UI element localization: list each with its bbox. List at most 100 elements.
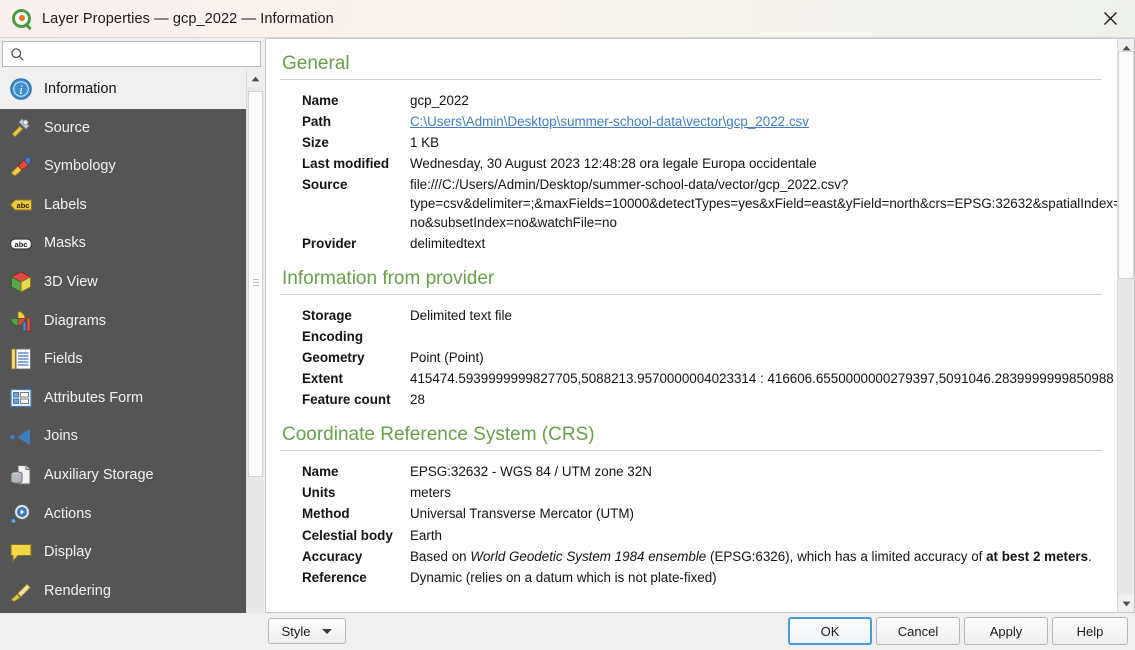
table-row: Units meters [302, 482, 1117, 503]
sidebar-item-label: Auxiliary Storage [44, 466, 154, 483]
content-scrollbar[interactable] [1117, 38, 1135, 613]
sidebar-item-display[interactable]: Display [0, 533, 246, 572]
path-link[interactable]: C:\Users\Admin\Desktop\summer-school-dat… [410, 114, 809, 129]
sidebar-item-source[interactable]: Source [0, 109, 246, 148]
sidebar-item-label: Source [44, 119, 90, 136]
sidebar-item-label: Masks [44, 235, 86, 252]
joins-icon [8, 424, 34, 450]
apply-button[interactable]: Apply [964, 617, 1048, 645]
property-table: Name EPSG:32632 - WGS 84 / UTM zone 32N Un… [302, 461, 1117, 587]
property-value: Delimited text file [410, 308, 512, 324]
sidebar-item-label: Attributes Form [44, 389, 144, 406]
sidebar-item-fields[interactable]: Fields [0, 340, 246, 379]
sidebar-item-attributes-form[interactable]: Attributes Form [0, 379, 246, 418]
sidebar-scroll-thumb[interactable] [248, 91, 263, 477]
property-key: Last modified [302, 156, 390, 172]
sidebar-item-label: Symbology [44, 158, 116, 175]
property-value: Universal Transverse Mercator (UTM) [410, 506, 634, 522]
sidebar-item-label: Diagrams [44, 312, 107, 329]
property-key: Encoding [302, 329, 363, 345]
search-icon [11, 47, 24, 61]
dialog-button-bar: Style OK Cancel Apply Help [0, 613, 1135, 650]
cancel-button[interactable]: Cancel [876, 617, 960, 645]
section-divider [280, 79, 1102, 80]
sidebar-item-diagrams[interactable]: Diagrams [0, 302, 246, 341]
sidebar-item-masks[interactable]: abc Masks [0, 224, 246, 263]
sidebar-item-rendering[interactable]: Rendering [0, 572, 246, 611]
search-box[interactable] [2, 41, 261, 67]
layer-properties-dialog: Layer Properties — gcp_2022 — Informatio… [0, 0, 1135, 650]
property-table: Storage Delimited text file Encoding Geomet… [302, 305, 1117, 410]
diagrams-icon [8, 308, 34, 334]
sidebar-item-label: Rendering [44, 582, 111, 599]
left-panel: i Information Source Symbology abc Labels abc M… [0, 38, 264, 650]
table-row: Storage Delimited text file [302, 305, 1117, 326]
sidebar-item-label: Display [44, 544, 92, 561]
table-row: Feature count 28 [302, 389, 1117, 410]
svg-text:abc: abc [17, 201, 30, 210]
property-key: Method [302, 506, 350, 522]
table-row: Reference Dynamic (relies on a datum whic… [302, 567, 1117, 588]
labels-icon: abc [8, 192, 34, 218]
table-row: Path C:\Users\Admin\Desktop\summer-school… [302, 111, 1117, 132]
content-scroll-thumb[interactable] [1118, 51, 1134, 279]
sidebar-scrollbar[interactable] [246, 70, 264, 650]
attributes-form-icon [8, 385, 34, 411]
property-value: delimitedtext [410, 236, 486, 252]
property-key: Feature count [302, 392, 391, 408]
section-heading: General [282, 53, 350, 74]
property-value: file:///C:/Users/Admin/Desktop/summer-sc… [410, 177, 1117, 231]
cancel-button-label: Cancel [897, 623, 939, 639]
style-button[interactable]: Style [268, 618, 346, 644]
sidebar-scroll-up-icon[interactable] [247, 70, 264, 87]
property-key: Provider [302, 236, 357, 252]
title-bar: Layer Properties — gcp_2022 — Informatio… [0, 0, 1135, 38]
property-key: Storage [302, 308, 352, 324]
sidebar-item-auxiliary-storage[interactable]: Auxiliary Storage [0, 456, 246, 495]
section-heading: Coordinate Reference System (CRS) [282, 424, 595, 446]
information-icon: i [8, 76, 34, 102]
style-button-label: Style [281, 623, 311, 639]
settings-nav-list[interactable]: i Information Source Symbology abc Labels abc M… [0, 70, 246, 650]
sidebar-item-labels[interactable]: abc Labels [0, 186, 246, 225]
symbology-icon [8, 153, 34, 179]
sidebar-item-label: Labels [44, 196, 87, 213]
sidebar-item-label: Actions [44, 505, 92, 522]
property-key: Path [302, 114, 332, 130]
property-key: Units [302, 485, 336, 501]
property-value-accuracy: Based on World Geodetic System 1984 ense… [410, 548, 1092, 564]
ok-button[interactable]: OK [788, 617, 872, 645]
property-value: 28 [410, 392, 425, 408]
window-title: Layer Properties — gcp_2022 — Informatio… [42, 10, 334, 27]
sidebar-item-symbology[interactable]: Symbology [0, 147, 246, 186]
property-key: Celestial body [302, 527, 393, 543]
section-heading: Information from provider [282, 268, 495, 290]
sidebar-item-information[interactable]: i Information [0, 70, 246, 109]
property-table: Name gcp_2022 Path C:\Users\Admin\Desktop\s… [302, 90, 1117, 254]
table-row: Size 1 KB [302, 132, 1117, 153]
sidebar-item-label: Fields [44, 351, 83, 368]
sidebar-item-actions[interactable]: Actions [0, 495, 246, 534]
information-panel: General Name gcp_2022 Path C:\Users\Admin\De… [265, 38, 1117, 613]
property-key: Extent [302, 371, 343, 387]
property-value: gcp_2022 [410, 93, 469, 108]
property-value: meters [410, 485, 451, 501]
section-divider [280, 450, 1102, 452]
auxiliary-storage-icon [8, 462, 34, 488]
sidebar-item-label: 3D View [44, 274, 98, 291]
property-value[interactable]: C:\Users\Admin\Desktop\summer-school-dat… [410, 111, 1117, 132]
property-key: Reference [302, 569, 367, 585]
sidebar-item-3d-view[interactable]: 3D View [0, 263, 246, 302]
property-key: Source [302, 177, 348, 193]
sidebar-item-joins[interactable]: Joins [0, 417, 246, 456]
rendering-icon [8, 578, 34, 604]
qgis-logo-icon [12, 8, 32, 31]
table-row: Extent 415474.5939999999827705,5088213.95… [302, 368, 1117, 389]
sidebar-item-label: Joins [44, 428, 78, 445]
property-value: EPSG:32632 - WGS 84 / UTM zone 32N [410, 464, 652, 480]
close-icon[interactable] [1085, 0, 1135, 37]
property-value: 1 KB [410, 135, 440, 151]
help-button[interactable]: Help [1052, 617, 1128, 645]
search-input[interactable] [29, 43, 260, 65]
content-scroll-down-icon[interactable] [1118, 595, 1134, 612]
